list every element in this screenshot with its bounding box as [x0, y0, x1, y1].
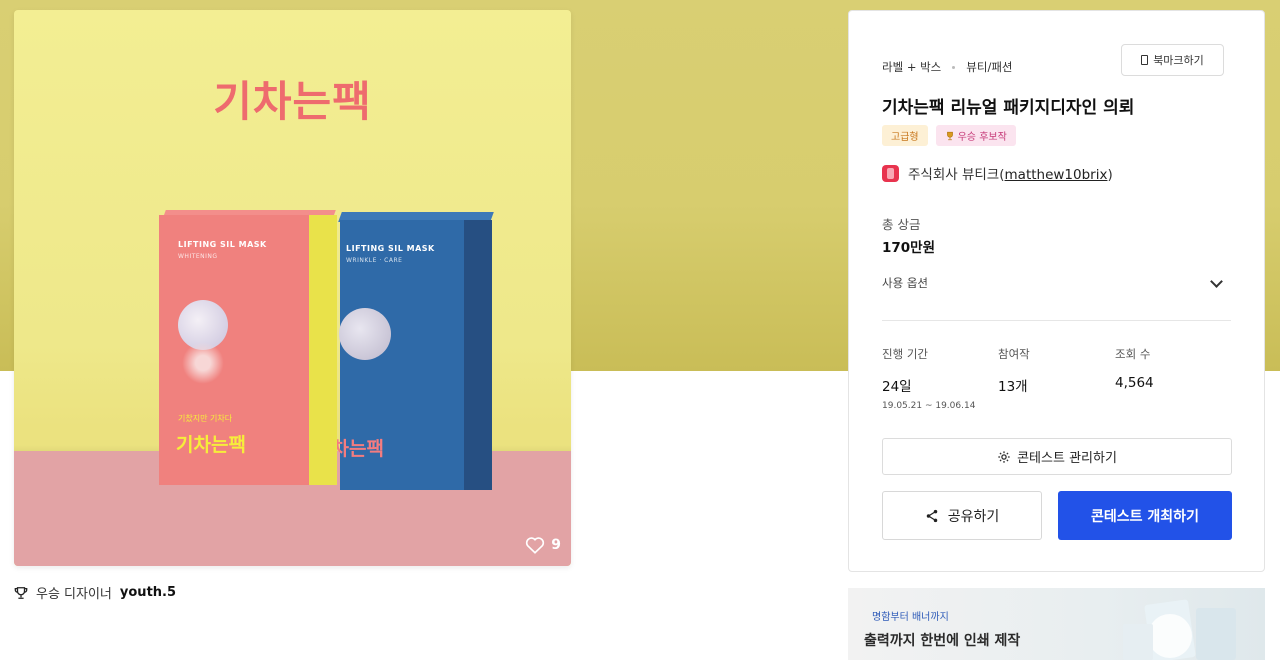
stat-period: 진행 기간 24일 19.05.21 ~ 19.06.14	[882, 346, 975, 411]
print-banner-ad[interactable]: 명함부터 배너까지 출력까지 한번에 인쇄 제작	[848, 588, 1265, 660]
manage-contest-button[interactable]: 콘테스트 관리하기	[882, 438, 1232, 475]
manage-label: 콘테스트 관리하기	[1017, 451, 1117, 466]
period-label: 진행 기간	[882, 347, 928, 361]
designer-prefix: 우승 디자이너	[36, 587, 112, 602]
views-label: 조회 수	[1115, 347, 1151, 361]
product-image[interactable]: 기차는팩 LIFTING SIL MASK WRINKLE · CARE 기차는…	[14, 10, 571, 566]
separator-dot	[952, 65, 956, 69]
bookmark-label: 북마크하기	[1153, 54, 1204, 67]
period-dates: 19.05.21 ~ 19.06.14	[882, 401, 976, 411]
like-button[interactable]: 9	[525, 536, 561, 554]
blue-box-label: LIFTING SIL MASK	[346, 244, 435, 253]
pink-box-label: LIFTING SIL MASK	[178, 240, 267, 249]
client-name: 주식회사 뷰티크	[908, 167, 1000, 183]
heart-icon	[526, 537, 545, 554]
category-main[interactable]: 라벨 + 박스	[882, 59, 941, 75]
gear-icon	[998, 450, 1010, 463]
trophy-icon	[14, 586, 28, 599]
share-label: 공유하기	[947, 508, 1000, 525]
blue-box-circle	[339, 308, 391, 360]
banner-tag: 명함부터 배너까지	[872, 612, 949, 623]
trophy-icon	[946, 131, 953, 140]
banner-title: 출력까지 한번에 인쇄 제작	[864, 633, 1021, 649]
period-value: 24일	[882, 379, 912, 395]
stat-entries: 참여작 13개	[998, 346, 1030, 395]
category-breadcrumb: 라벨 + 박스 뷰티/패션	[882, 59, 1012, 75]
chevron-down-icon	[1210, 274, 1223, 288]
like-count: 9	[551, 537, 561, 553]
share-button[interactable]: 공유하기	[882, 491, 1042, 540]
client-id-link[interactable]: matthew10brix	[1005, 167, 1108, 183]
options-label: 사용 옵션	[882, 276, 928, 290]
banner-illustration	[1123, 599, 1236, 660]
contest-info-panel: 라벨 + 박스 뷰티/패션 북마크하기 기차는팩 리뉴얼 패키지디자인 의뢰 고…	[848, 10, 1265, 572]
client-logo	[882, 164, 899, 182]
prize-value: 170만원	[882, 240, 936, 256]
entries-value: 13개	[998, 379, 1028, 395]
pink-box-korean: 기차는팩	[176, 434, 246, 456]
category-sub[interactable]: 뷰티/패션	[966, 59, 1012, 75]
pink-box-side	[309, 215, 337, 485]
client-info: 주식회사 뷰티크(matthew10brix)	[882, 163, 1113, 183]
blue-box-side	[464, 220, 492, 490]
winner-candidate-badge: 우승 후보작	[935, 125, 1016, 146]
prize-label: 총 상금	[882, 217, 921, 232]
host-contest-button[interactable]: 콘테스트 개최하기	[1058, 491, 1232, 540]
winner-badge-label: 우승 후보작	[957, 132, 1007, 143]
share-icon	[926, 509, 937, 522]
views-value: 4,564	[1115, 375, 1154, 391]
bookmark-icon	[1141, 55, 1149, 65]
winner-designer: 우승 디자이너 youth.5	[14, 583, 176, 602]
premium-badge: 고급형	[882, 125, 928, 146]
stat-views: 조회 수 4,564	[1115, 346, 1154, 391]
contest-title: 기차는팩 리뉴얼 패키지디자인 의뢰	[882, 98, 1135, 118]
pink-box-sub: WHITENING	[178, 253, 218, 260]
badge-row: 고급형 우승 후보작	[882, 125, 1016, 146]
pink-box-dots	[182, 342, 224, 384]
pink-box-small-text: 기찼지만 기차다	[178, 414, 233, 423]
blue-box-sub: WRINKLE · CARE	[346, 257, 403, 264]
image-brand-title: 기차는팩	[213, 77, 372, 126]
options-toggle[interactable]: 사용 옵션	[882, 274, 1227, 291]
entries-label: 참여작	[998, 347, 1030, 361]
designer-name[interactable]: youth.5	[120, 585, 176, 600]
divider	[882, 320, 1231, 321]
bookmark-button[interactable]: 북마크하기	[1121, 44, 1224, 76]
